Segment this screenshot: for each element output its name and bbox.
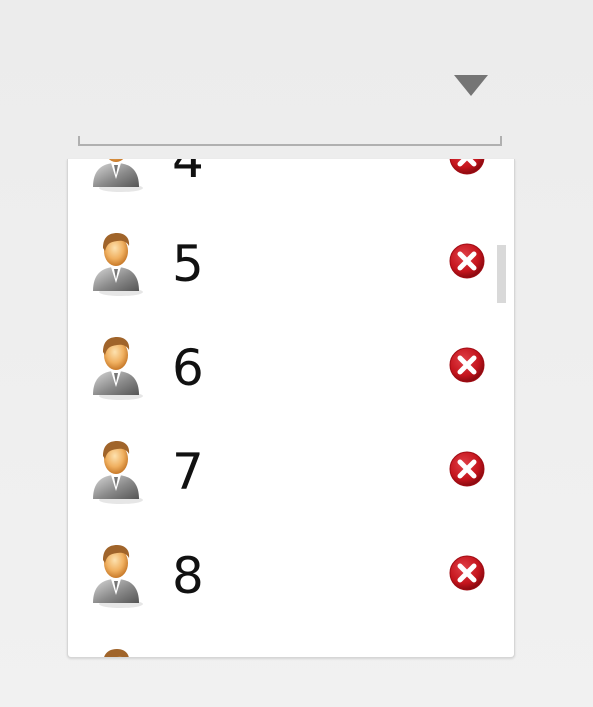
list-item[interactable]: 7: [68, 419, 514, 523]
list-item[interactable]: 9: [68, 627, 514, 657]
remove-circle-icon[interactable]: [448, 159, 486, 176]
remove-circle-icon[interactable]: [448, 346, 486, 384]
list-item-label: 7: [172, 443, 204, 501]
user-icon: [87, 439, 145, 505]
remove-circle-icon[interactable]: [448, 242, 486, 280]
user-icon: [87, 335, 145, 401]
user-icon: [87, 647, 145, 657]
scrollbar-thumb[interactable]: [497, 245, 506, 303]
list-item-label: 4: [172, 159, 204, 189]
list-item-label: 5: [172, 235, 204, 293]
user-icon: [87, 231, 145, 297]
list-item-label: 8: [172, 547, 204, 605]
spinner-underline: [78, 136, 502, 146]
spinner[interactable]: [78, 60, 504, 148]
list-item[interactable]: 6: [68, 315, 514, 419]
dropdown-list[interactable]: 4 5 6 7 8: [67, 159, 515, 658]
list-item[interactable]: 8: [68, 523, 514, 627]
user-icon: [87, 543, 145, 609]
list-item[interactable]: 5: [68, 211, 514, 315]
dropdown-items: 4 5 6 7 8: [68, 159, 514, 657]
dropdown-triangle-icon[interactable]: [454, 75, 488, 96]
remove-circle-icon[interactable]: [448, 450, 486, 488]
list-item[interactable]: 4: [68, 159, 514, 211]
user-icon: [87, 159, 145, 193]
list-item-label: 6: [172, 339, 204, 397]
list-item-label: 9: [172, 650, 204, 657]
remove-circle-icon[interactable]: [448, 554, 486, 592]
